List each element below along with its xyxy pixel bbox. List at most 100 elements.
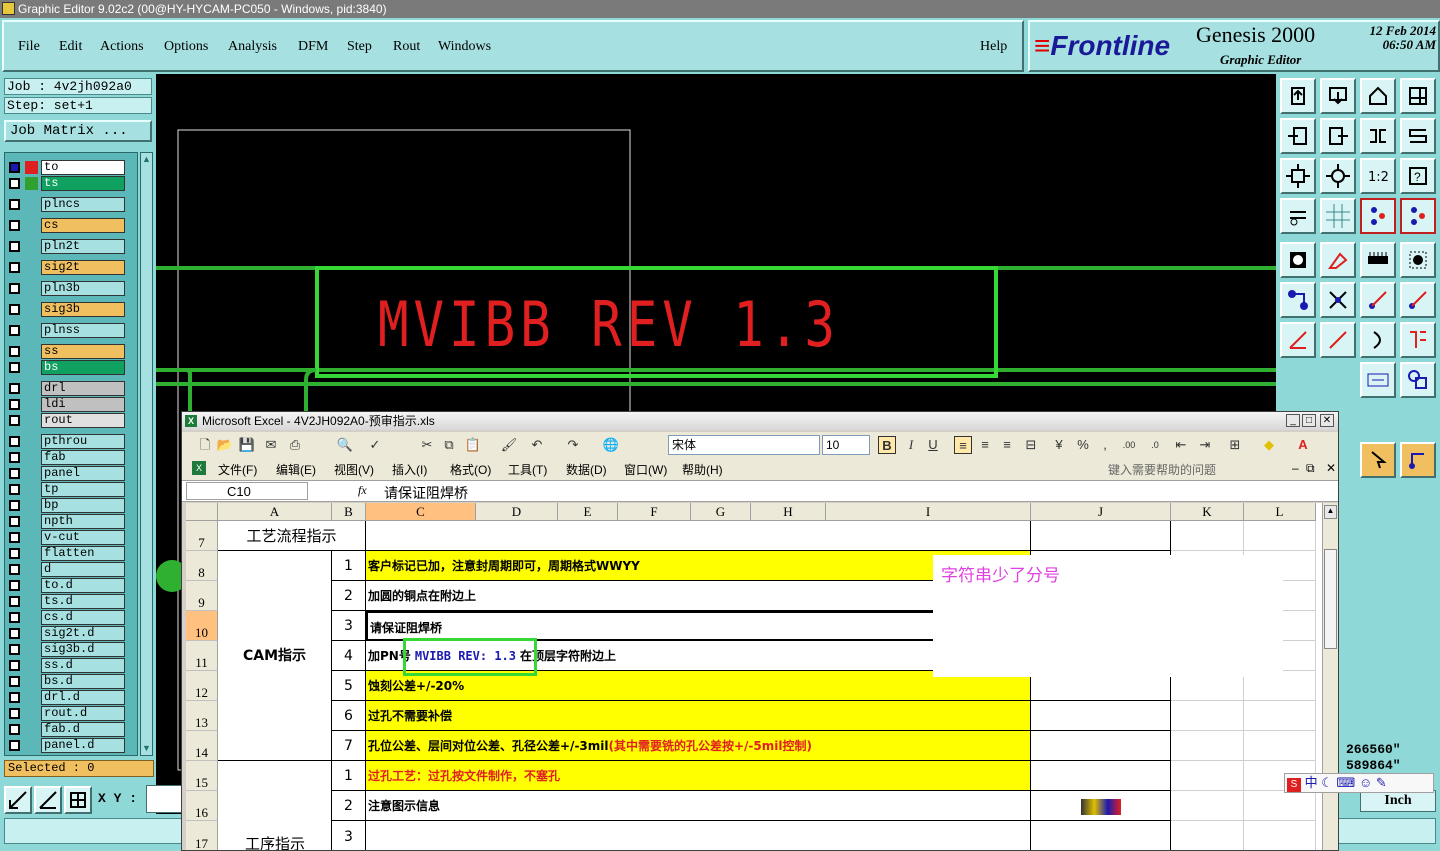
layer-checkbox[interactable]	[9, 484, 20, 495]
fill-color-icon[interactable]: ◆	[1260, 436, 1278, 454]
layer-color-swatch[interactable]	[25, 177, 38, 190]
excel-menu-view[interactable]: 视图(V)	[334, 461, 374, 478]
layer-checkbox[interactable]	[9, 362, 20, 373]
layer-row[interactable]: flatten	[7, 546, 125, 561]
doc-close-icon[interactable]: ✕	[1326, 461, 1336, 475]
layer-checkbox[interactable]	[9, 262, 20, 273]
column-header[interactable]: C	[366, 503, 476, 521]
layer-checkbox[interactable]	[9, 708, 20, 719]
empty-cell[interactable]	[1171, 521, 1244, 551]
empty-cell[interactable]	[1171, 761, 1244, 791]
zoom-center-button[interactable]	[1320, 158, 1356, 194]
cell-cam-header[interactable]: CAM指示	[218, 551, 332, 761]
layer-row[interactable]: rout.d	[7, 706, 125, 721]
ime-mode[interactable]: 中	[1305, 775, 1318, 790]
move-down-button[interactable]	[1320, 78, 1356, 114]
layer-name[interactable]: v-cut	[41, 530, 125, 545]
excel-menu-format[interactable]: 格式(O)	[450, 461, 491, 478]
layer-name[interactable]: sig3b.d	[41, 642, 125, 657]
line-button[interactable]	[1320, 322, 1356, 358]
cell-instruction[interactable]	[366, 821, 1031, 850]
new-icon[interactable]: 🗋	[196, 436, 214, 454]
excel-menu-data[interactable]: 数据(D)	[566, 461, 607, 478]
select-all-corner[interactable]	[186, 503, 218, 521]
layer-name[interactable]: cs	[41, 218, 125, 233]
ime-moon-icon[interactable]: ☾	[1321, 775, 1333, 790]
layer-scrollbar[interactable]: ▲ ▼	[140, 152, 153, 756]
layer-checkbox[interactable]	[9, 283, 20, 294]
layer-checkbox[interactable]	[9, 220, 20, 231]
cell-index[interactable]: 4	[332, 641, 366, 671]
layer-checkbox[interactable]	[9, 162, 20, 173]
spelling-icon[interactable]: ✓	[366, 436, 384, 454]
layer-checkbox[interactable]	[9, 532, 20, 543]
layer-checkbox[interactable]	[9, 564, 20, 575]
row-header[interactable]: 15	[186, 761, 218, 791]
layer-row[interactable]: ts	[7, 176, 125, 191]
measure-button[interactable]	[1360, 362, 1396, 398]
paste-icon[interactable]: 📋	[464, 436, 482, 454]
close-button[interactable]: ✕	[1320, 414, 1334, 427]
mirror-button[interactable]	[1360, 118, 1396, 154]
empty-cell[interactable]	[1171, 731, 1244, 761]
grid-button[interactable]	[1320, 198, 1356, 234]
cell-c7[interactable]	[366, 521, 1031, 551]
group-button[interactable]	[1400, 362, 1436, 398]
column-header[interactable]: F	[618, 503, 691, 521]
layer-row[interactable]: d	[7, 562, 125, 577]
components-alt-button[interactable]	[1400, 198, 1436, 234]
layer-row[interactable]: cs.d	[7, 610, 125, 625]
cell-instruction[interactable]: 过孔工艺：过孔按文件制作，不塞孔	[366, 761, 1031, 791]
home-button[interactable]	[1360, 78, 1396, 114]
format-painter-icon[interactable]: 🖌	[500, 436, 518, 454]
layer-name[interactable]: cs.d	[41, 610, 125, 625]
menu-actions[interactable]: Actions	[100, 39, 144, 55]
print-icon[interactable]: ⎙	[286, 436, 304, 454]
percent-icon[interactable]: %	[1074, 436, 1092, 454]
measure-button[interactable]	[34, 786, 62, 814]
excel-menu-file[interactable]: 文件(F)	[218, 461, 257, 478]
layer-name[interactable]: ts	[41, 176, 125, 191]
cell-index[interactable]: 2	[332, 791, 366, 821]
row-header[interactable]: 12	[186, 671, 218, 701]
font-select[interactable]: 宋体	[668, 435, 820, 455]
column-header[interactable]: B	[332, 503, 366, 521]
layer-row[interactable]: sig3b.d	[7, 642, 125, 657]
layer-checkbox[interactable]	[9, 415, 20, 426]
excel-menu-edit[interactable]: 编辑(E)	[276, 461, 316, 478]
merge-center-icon[interactable]: ⊟	[1022, 436, 1040, 454]
layer-row[interactable]: ldi	[7, 397, 125, 412]
layer-name[interactable]: rout	[41, 413, 125, 428]
layer-name[interactable]: npth	[41, 514, 125, 529]
layer-name[interactable]: to.d	[41, 578, 125, 593]
zoom-fit-button[interactable]	[1280, 158, 1316, 194]
empty-cell[interactable]	[1244, 821, 1316, 850]
menu-windows[interactable]: Windows	[438, 39, 491, 55]
layer-row[interactable]: to	[7, 160, 125, 175]
row-header[interactable]: 10	[186, 611, 218, 641]
layer-row[interactable]: drl.d	[7, 690, 125, 705]
align-left-icon[interactable]: ≡	[954, 436, 972, 454]
layer-checkbox[interactable]	[9, 516, 20, 527]
comma-icon[interactable]: ,	[1096, 436, 1114, 454]
layer-checkbox[interactable]	[9, 346, 20, 357]
layer-checkbox[interactable]	[9, 241, 20, 252]
cell-instruction[interactable]: 注意图示信息	[366, 791, 1031, 821]
increase-indent-icon[interactable]: ⇥	[1196, 436, 1214, 454]
layer-row[interactable]: rout	[7, 413, 125, 428]
layer-checkbox[interactable]	[9, 628, 20, 639]
layer-row[interactable]: sig2t	[7, 260, 125, 275]
arc-button[interactable]	[1360, 322, 1396, 358]
column-header[interactable]: K	[1171, 503, 1244, 521]
column-header[interactable]: E	[558, 503, 618, 521]
layer-row[interactable]: fab.d	[7, 722, 125, 737]
prev-button[interactable]	[1280, 118, 1316, 154]
menu-file[interactable]: File	[18, 39, 40, 55]
text-button[interactable]	[1400, 322, 1436, 358]
settings-button[interactable]	[1280, 198, 1316, 234]
delete-button[interactable]	[1320, 282, 1356, 318]
cell-instruction[interactable]: 加圆的铜点在附边上	[366, 581, 1031, 611]
save-icon[interactable]: 💾	[238, 436, 256, 454]
add-arc-button[interactable]	[1400, 282, 1436, 318]
route-tool-button[interactable]	[1400, 442, 1436, 478]
